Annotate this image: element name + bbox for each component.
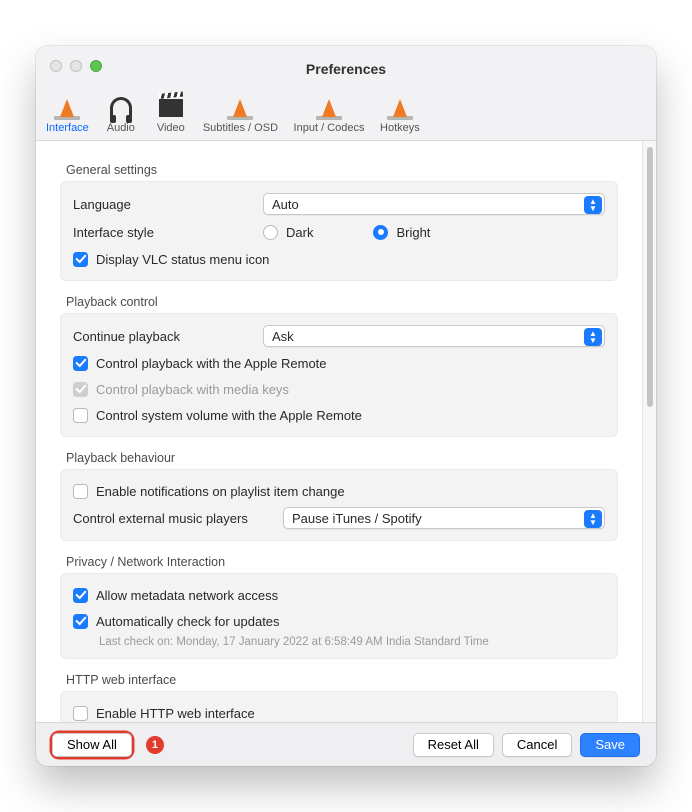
section-http-title: HTTP web interface <box>60 659 618 691</box>
tab-subtitles[interactable]: Subtitles / OSD <box>197 92 284 136</box>
notifications-label: Enable notifications on playlist item ch… <box>96 484 345 499</box>
interface-style-label: Interface style <box>73 225 253 240</box>
reset-all-label: Reset All <box>428 737 479 752</box>
annotation-badge: 1 <box>146 736 164 754</box>
window-controls <box>50 60 102 72</box>
close-window-button[interactable] <box>50 60 62 72</box>
section-playback-control-title: Playback control <box>60 281 618 313</box>
style-dark-option[interactable]: Dark <box>263 219 313 245</box>
updates-checkbox[interactable]: Automatically check for updates <box>73 608 605 634</box>
group-privacy: Allow metadata network access Automatica… <box>60 573 618 659</box>
section-privacy-title: Privacy / Network Interaction <box>60 541 618 573</box>
metadata-access-label: Allow metadata network access <box>96 588 278 603</box>
vlc-cone-icon <box>57 96 77 120</box>
minimize-window-button[interactable] <box>70 60 82 72</box>
checkbox-disabled-icon <box>73 382 88 397</box>
chevron-updown-icon: ▲▼ <box>588 198 598 212</box>
preferences-window: Preferences Interface Audio Video Subtit… <box>36 46 656 766</box>
clapperboard-icon <box>159 99 183 117</box>
language-popup[interactable]: Auto ▲▼ <box>263 193 605 215</box>
tab-label: Subtitles / OSD <box>203 122 278 134</box>
group-playback-behaviour: Enable notifications on playlist item ch… <box>60 469 618 541</box>
updates-label: Automatically check for updates <box>96 614 280 629</box>
annotation-highlight: Show All <box>52 733 132 757</box>
group-general: Language Auto ▲▼ Interface style Dark <box>60 181 618 281</box>
section-general-title: General settings <box>60 149 618 181</box>
footer: Show All 1 Reset All Cancel Save <box>36 722 656 766</box>
tab-label: Video <box>157 122 185 134</box>
style-bright-label: Bright <box>396 225 430 240</box>
tab-input-codecs[interactable]: Input / Codecs <box>286 92 372 136</box>
tab-label: Input / Codecs <box>294 122 365 134</box>
cancel-label: Cancel <box>517 737 557 752</box>
http-enable-checkbox[interactable]: Enable HTTP web interface <box>73 700 605 722</box>
media-keys-label: Control playback with media keys <box>96 382 289 397</box>
metadata-access-checkbox[interactable]: Allow metadata network access <box>73 582 605 608</box>
continue-playback-popup[interactable]: Ask ▲▼ <box>263 325 605 347</box>
checkbox-icon <box>73 408 88 423</box>
scroll-thumb[interactable] <box>647 147 653 407</box>
apple-remote-checkbox[interactable]: Control playback with the Apple Remote <box>73 350 605 376</box>
section-playback-behaviour-title: Playback behaviour <box>60 437 618 469</box>
checkbox-checked-icon <box>73 614 88 629</box>
show-all-button[interactable]: Show All <box>52 733 132 757</box>
system-volume-label: Control system volume with the Apple Rem… <box>96 408 362 423</box>
tab-label: Interface <box>46 122 89 134</box>
tab-label: Audio <box>107 122 135 134</box>
chevron-updown-icon: ▲▼ <box>588 512 598 526</box>
group-http: Enable HTTP web interface Password <box>60 691 618 722</box>
system-volume-checkbox[interactable]: Control system volume with the Apple Rem… <box>73 402 605 428</box>
vlc-cone-icon <box>390 96 410 120</box>
tab-video[interactable]: Video <box>147 92 195 136</box>
radio-icon <box>263 225 278 240</box>
style-bright-option[interactable]: Bright <box>373 219 430 245</box>
window-title: Preferences <box>306 61 386 77</box>
last-check-note: Last check on: Monday, 17 January 2022 a… <box>73 634 605 650</box>
group-playback-control: Continue playback Ask ▲▼ Control playbac… <box>60 313 618 437</box>
chevron-updown-icon: ▲▼ <box>588 330 598 344</box>
reset-all-button[interactable]: Reset All <box>413 733 494 757</box>
apple-remote-label: Control playback with the Apple Remote <box>96 356 327 371</box>
tab-interface[interactable]: Interface <box>40 92 95 136</box>
continue-playback-value: Ask <box>272 329 294 344</box>
titlebar: Preferences <box>36 46 656 92</box>
tab-audio[interactable]: Audio <box>97 92 145 136</box>
save-button[interactable]: Save <box>580 733 640 757</box>
status-menu-icon-label: Display VLC status menu icon <box>96 252 269 267</box>
show-all-label: Show All <box>67 737 117 752</box>
prefs-toolbar: Interface Audio Video Subtitles / OSD In… <box>36 92 656 141</box>
radio-checked-icon <box>373 225 388 240</box>
status-menu-icon-checkbox[interactable]: Display VLC status menu icon <box>73 246 605 272</box>
zoom-window-button[interactable] <box>90 60 102 72</box>
checkbox-checked-icon <box>73 356 88 371</box>
ext-players-value: Pause iTunes / Spotify <box>292 511 422 526</box>
tab-label: Hotkeys <box>380 122 420 134</box>
media-keys-checkbox: Control playback with media keys <box>73 376 605 402</box>
scrollbar[interactable] <box>642 141 656 722</box>
checkbox-icon <box>73 706 88 721</box>
ext-players-label: Control external music players <box>73 511 273 526</box>
save-label: Save <box>595 737 625 752</box>
checkbox-icon <box>73 484 88 499</box>
checkbox-checked-icon <box>73 252 88 267</box>
tab-hotkeys[interactable]: Hotkeys <box>374 92 426 136</box>
headphones-icon <box>110 97 132 119</box>
checkbox-checked-icon <box>73 588 88 603</box>
vlc-cone-icon <box>230 96 250 120</box>
notifications-checkbox[interactable]: Enable notifications on playlist item ch… <box>73 478 605 504</box>
cancel-button[interactable]: Cancel <box>502 733 572 757</box>
language-value: Auto <box>272 197 299 212</box>
vlc-cone-icon <box>319 96 339 120</box>
ext-players-popup[interactable]: Pause iTunes / Spotify ▲▼ <box>283 507 605 529</box>
http-enable-label: Enable HTTP web interface <box>96 706 255 721</box>
continue-playback-label: Continue playback <box>73 329 253 344</box>
language-label: Language <box>73 197 253 212</box>
style-dark-label: Dark <box>286 225 313 240</box>
content-area: General settings Language Auto ▲▼ Interf… <box>36 141 642 722</box>
